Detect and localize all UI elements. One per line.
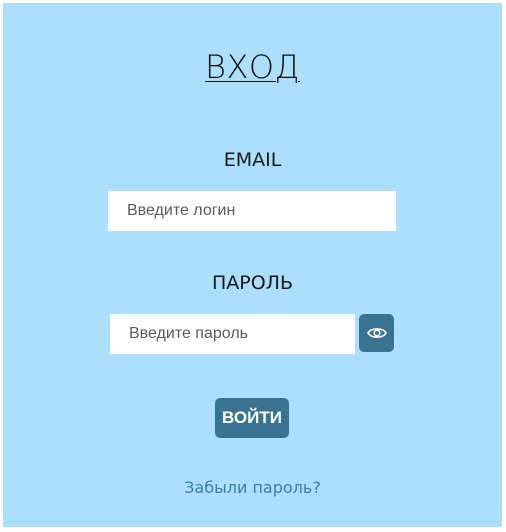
password-label: ПАРОЛЬ	[211, 272, 294, 294]
email-field[interactable]	[108, 191, 396, 231]
page-title: ВХОД	[205, 48, 300, 86]
email-label: EMAIL	[223, 149, 282, 171]
login-panel: ВХОД EMAIL ПАРОЛЬ ВОЙТИ Забыли пароль?	[3, 3, 502, 527]
password-field[interactable]	[110, 314, 355, 354]
login-button[interactable]: ВОЙТИ	[215, 398, 289, 438]
forgot-password-link[interactable]: Забыли пароль?	[3, 476, 502, 500]
eye-icon	[366, 328, 387, 338]
show-password-button[interactable]	[359, 314, 394, 352]
